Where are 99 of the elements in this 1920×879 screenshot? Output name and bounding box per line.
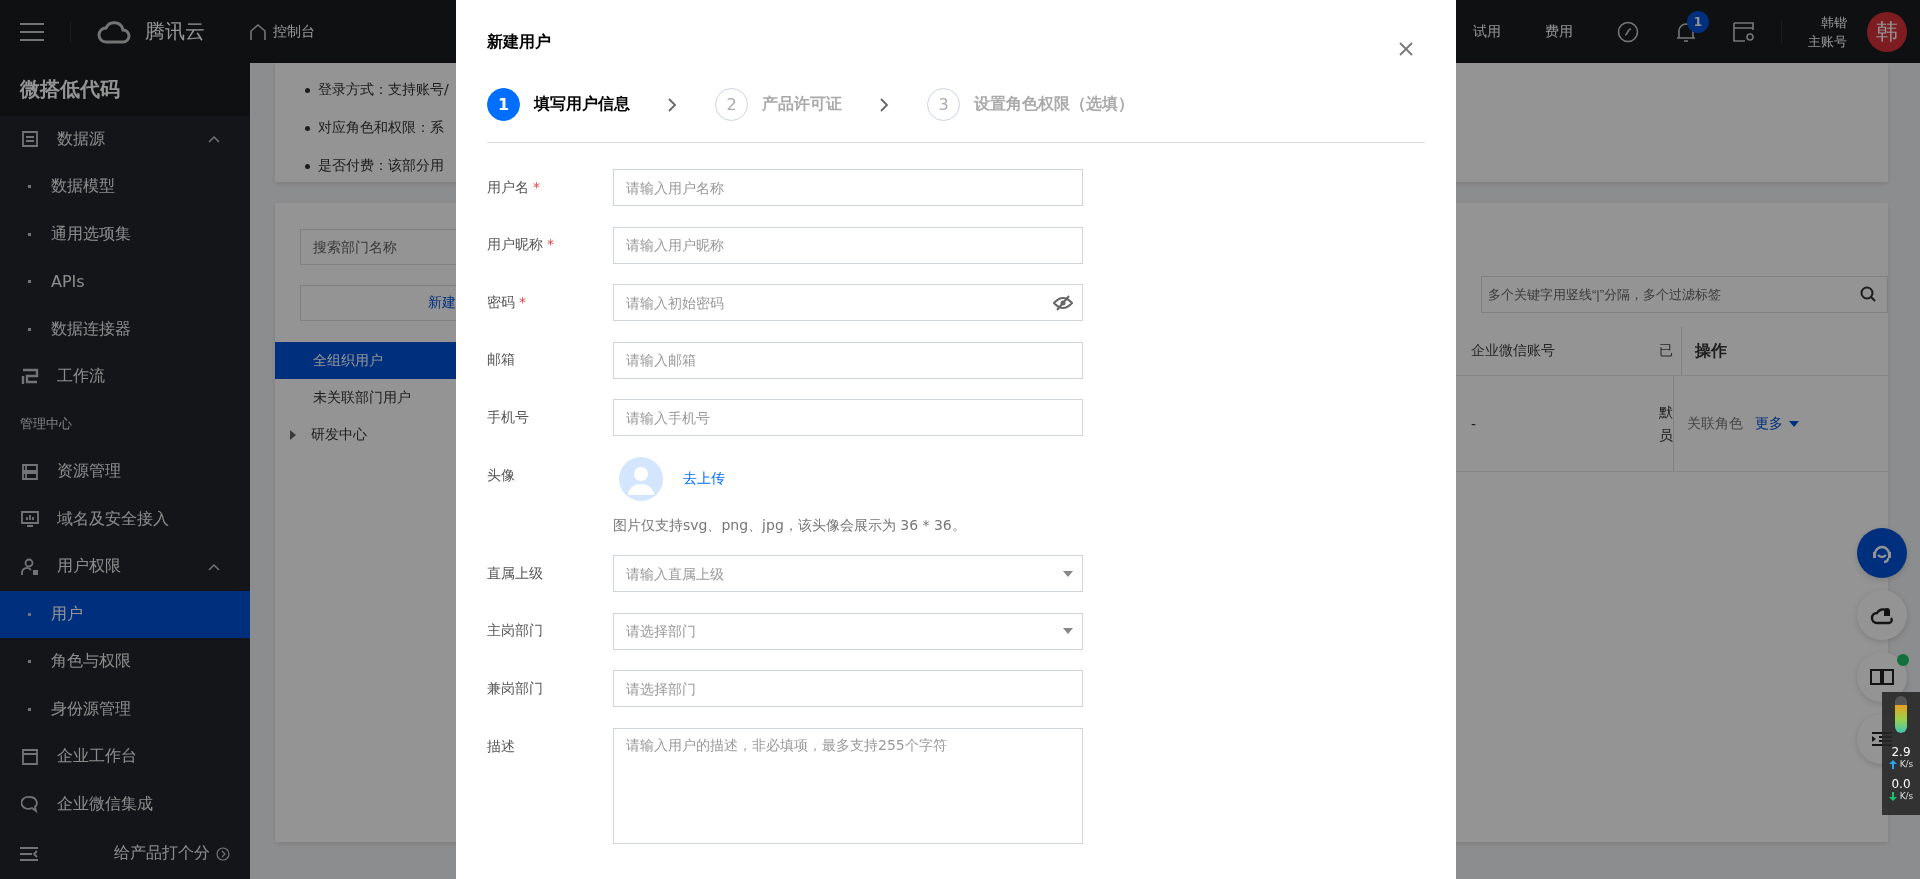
monitor-icon: [21, 510, 39, 529]
field-label: 头像: [487, 465, 516, 485]
cloud-alert-button[interactable]: [1857, 590, 1907, 640]
cloud-logo-icon[interactable]: [97, 19, 131, 44]
speed-unit: K/s: [1899, 791, 1914, 801]
chat-icon: [21, 795, 39, 814]
field-label: 直属上级: [487, 564, 544, 583]
submenu-item[interactable]: 数据模型: [0, 163, 250, 211]
notice-text: 登录方式：支持账号/: [318, 81, 449, 99]
close-icon[interactable]: [1399, 41, 1413, 56]
rate-product-link[interactable]: 给产品打个分: [114, 843, 210, 865]
console-link[interactable]: 控制台: [273, 22, 315, 41]
avatar-hint: 图片仅支持svg、png、jpg，该头像会展示为 36 * 36。: [613, 516, 966, 535]
notice-text: 对应角色和权限：系: [318, 119, 444, 137]
user-lock-icon: [21, 557, 39, 576]
column-header: 企业微信账号: [1470, 342, 1556, 360]
dialog-title: 新建用户: [487, 31, 551, 53]
field-label: 手机号: [487, 408, 530, 427]
notification-badge: 1: [1687, 10, 1709, 33]
menu-item[interactable]: 企业微信集成: [0, 780, 250, 829]
password-field[interactable]: 请输入初始密码: [613, 284, 1083, 321]
text-field[interactable]: 请输入手机号: [613, 399, 1083, 436]
upload-speed: 2.9: [1891, 745, 1911, 759]
menu-item[interactable]: 工作流: [0, 353, 250, 401]
support-button[interactable]: [1857, 528, 1907, 578]
user-avatar[interactable]: 韩: [1867, 11, 1907, 52]
select-field[interactable]: 请选择部门: [613, 612, 1083, 650]
select-field[interactable]: 请输入直属上级: [613, 555, 1083, 592]
description-field[interactable]: 请输入用户的描述，非必填项，最多支持255个字符: [613, 727, 1083, 844]
submenu-item[interactable]: 数据连接器: [0, 305, 250, 354]
download-speed: 0.0: [1891, 777, 1911, 791]
field-label: 主岗部门: [487, 622, 544, 640]
chevron-right-icon: [668, 97, 677, 112]
step-tab[interactable]: 1 填写用户信息: [487, 88, 630, 121]
cloud-bell-icon: [1870, 605, 1894, 625]
search-field[interactable]: 多个关键字用竖线“|”分隔，多个过滤标签: [1481, 276, 1888, 313]
column-header: 操作: [1681, 327, 1888, 375]
field-label: 用户名 *: [487, 178, 541, 197]
workflow-icon: [21, 367, 39, 386]
table-cell-text: -: [1470, 415, 1478, 432]
caret-down-icon: [1063, 628, 1073, 634]
chevron-circle-icon[interactable]: [216, 846, 230, 861]
usage-meter: [1895, 696, 1907, 733]
menu-item[interactable]: 用户权限: [0, 543, 250, 591]
search-icon[interactable]: [1860, 286, 1876, 302]
arrow-down-icon: [1888, 791, 1897, 801]
submenu-item[interactable]: APIs: [0, 258, 250, 306]
field-label: 用户昵称 *: [487, 236, 555, 254]
link-circle-icon[interactable]: [1617, 20, 1639, 43]
search-field[interactable]: 搜索部门名称: [300, 229, 456, 265]
caret-down-icon: [1789, 420, 1799, 427]
brand-name[interactable]: 腾讯云: [145, 18, 205, 45]
bell-icon[interactable]: [1675, 20, 1697, 43]
top-nav-link[interactable]: 试用: [1473, 22, 1501, 41]
new-button[interactable]: 新建: [300, 285, 456, 321]
menu-item[interactable]: 企业工作台: [0, 733, 250, 781]
upload-link[interactable]: 去上传: [683, 469, 725, 488]
status-dot: [1897, 654, 1909, 666]
top-nav-link[interactable]: 费用: [1545, 22, 1573, 41]
notice-text: 是否付费：该部分用: [318, 157, 444, 175]
table-cell-text: 默员: [1659, 403, 1673, 445]
book-icon: [1870, 668, 1894, 686]
menu-item[interactable]: 资源管理: [0, 448, 250, 496]
text-field[interactable]: 请输入邮箱: [613, 341, 1083, 379]
submenu-item[interactable]: 角色与权限: [0, 638, 250, 686]
collapse-menu-icon[interactable]: [20, 846, 38, 861]
account-type: 主账号: [1808, 32, 1847, 51]
field-label: 描述: [487, 736, 516, 756]
arrow-up-icon: [1888, 759, 1897, 769]
submenu-item[interactable]: 通用选项集: [0, 210, 250, 259]
caret-right-icon[interactable]: [289, 429, 297, 440]
settings-window-icon[interactable]: [1733, 21, 1755, 42]
menu-item[interactable]: 域名及安全接入: [0, 495, 250, 544]
home-icon: [249, 22, 267, 41]
submenu-item[interactable]: 用户: [0, 590, 250, 639]
speed-unit: K/s: [1899, 759, 1914, 769]
submenu-item[interactable]: 身份源管理: [0, 685, 250, 734]
more-dropdown[interactable]: 更多: [1755, 414, 1799, 433]
app-title: 微搭低代码: [0, 63, 250, 116]
department-tree-item[interactable]: 全组织用户: [275, 342, 456, 379]
column-header: 已: [1659, 342, 1674, 360]
field-label: 密码 *: [487, 293, 527, 312]
text-field[interactable]: 请输入用户名称: [613, 169, 1083, 206]
server-icon: [21, 462, 39, 481]
field-label: 兼岗部门: [487, 679, 544, 698]
document-icon: [21, 130, 39, 149]
department-tree-item[interactable]: 未关联部门用户: [275, 379, 456, 416]
caret-down-icon: [1063, 570, 1073, 577]
avatar-placeholder-icon: [619, 456, 663, 501]
text-field[interactable]: 请输入用户昵称: [613, 226, 1083, 264]
eye-off-icon[interactable]: [1053, 294, 1073, 311]
menu-section-heading: 管理中心: [19, 415, 73, 434]
department-tree-item[interactable]: 研发中心: [275, 416, 456, 453]
user-name[interactable]: 韩锴: [1821, 12, 1847, 32]
text-field[interactable]: 请选择部门: [613, 670, 1083, 707]
chevron-right-icon: [880, 97, 889, 112]
menu-icon[interactable]: [20, 22, 44, 41]
field-label: 邮箱: [487, 351, 516, 369]
window-icon: [21, 747, 39, 766]
